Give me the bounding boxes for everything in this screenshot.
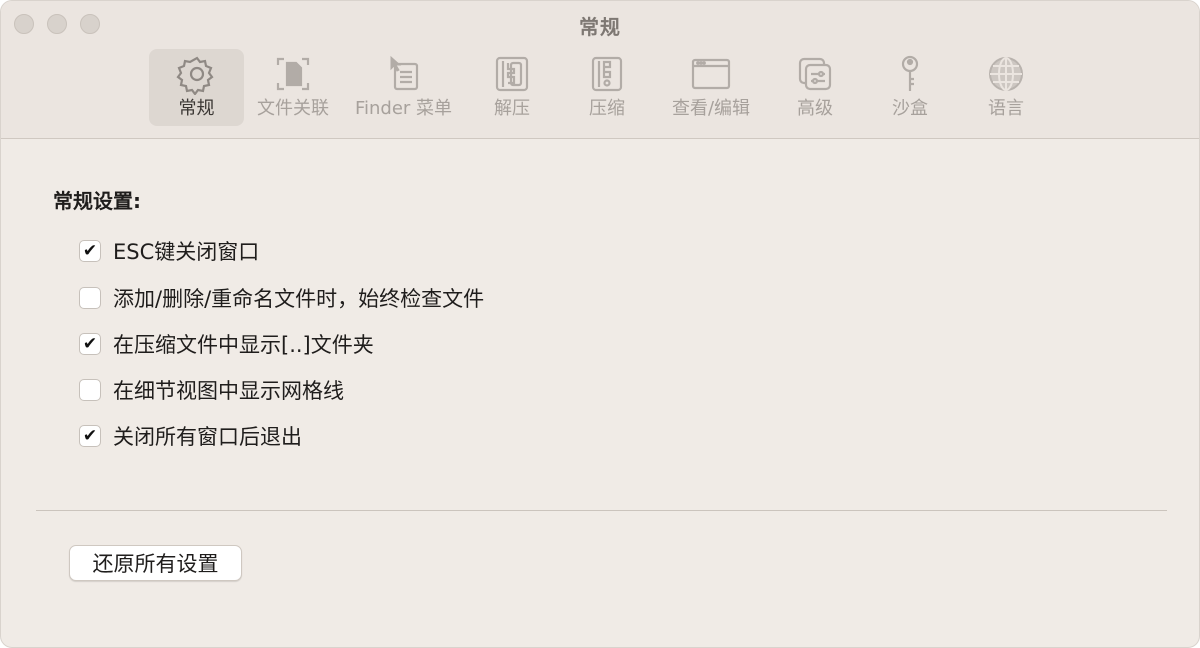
checkbox[interactable] [79,287,101,309]
option-label: ESC键关闭窗口 [113,240,260,264]
file-association-icon [272,52,314,96]
advanced-icon [794,52,836,96]
divider [36,510,1167,511]
option-show-grid-lines[interactable]: 在细节视图中显示网格线 [79,377,344,403]
gear-icon [175,52,218,96]
option-label: 在细节视图中显示网格线 [113,379,344,403]
reset-all-settings-button[interactable]: 还原所有设置 [69,545,242,581]
tab-compress[interactable]: 压缩 [566,49,648,126]
preferences-toolbar: 常规 文件关联 Finder 菜单 解压 压缩 查看/编辑 高级 沙盒 语言 [1,49,1199,127]
tab-sandbox[interactable]: 沙盒 [869,49,951,126]
option-label: 在压缩文件中显示[..]文件夹 [113,333,374,357]
option-always-check-files[interactable]: 添加/删除/重命名文件时，始终检查文件 [79,285,484,311]
key-icon [889,52,931,96]
checkbox[interactable]: ✔ [79,240,101,262]
section-title: 常规设置: [53,189,141,213]
tab-file-association-label: 文件关联 [257,98,329,119]
tab-view-edit-label: 查看/编辑 [671,98,751,119]
tab-sandbox-label: 沙盒 [892,98,928,119]
window-title: 常规 [579,15,621,39]
option-quit-after-close[interactable]: ✔ 关闭所有窗口后退出 [79,423,302,449]
option-show-parent-folder[interactable]: ✔ 在压缩文件中显示[..]文件夹 [79,331,374,357]
tab-extract[interactable]: 解压 [471,49,553,126]
globe-icon [985,52,1027,96]
tab-file-association[interactable]: 文件关联 [249,49,337,126]
tab-view-edit[interactable]: 查看/编辑 [661,49,761,126]
settings-window: 常规 常规 文件关联 Finder 菜单 解压 压缩 查看/编辑 高级 沙盒 语… [0,0,1200,648]
tab-general[interactable]: 常规 [149,49,244,126]
tab-language[interactable]: 语言 [965,49,1047,126]
checkbox[interactable]: ✔ [79,333,101,355]
tab-advanced[interactable]: 高级 [774,49,856,126]
option-esc-close-window[interactable]: ✔ ESC键关闭窗口 [79,238,259,264]
finder-menu-icon [383,52,425,96]
option-label: 添加/删除/重命名文件时，始终检查文件 [113,287,485,311]
tab-extract-label: 解压 [494,98,530,119]
tab-finder-menu[interactable]: Finder 菜单 [351,49,456,126]
tab-general-label: 常规 [178,98,215,119]
compress-icon [586,52,628,96]
extract-icon [491,52,533,96]
tab-compress-label: 压缩 [589,98,625,119]
tab-finder-menu-label: Finder 菜单 [354,98,453,119]
title-bar: 常规 常规 文件关联 Finder 菜单 解压 压缩 查看/编辑 高级 沙盒 语… [1,1,1199,139]
option-label: 关闭所有窗口后退出 [113,425,302,449]
tab-language-label: 语言 [988,98,1024,119]
checkbox[interactable]: ✔ [79,425,101,447]
checkbox[interactable] [79,379,101,401]
tab-advanced-label: 高级 [797,98,833,119]
view-edit-icon [690,52,732,96]
